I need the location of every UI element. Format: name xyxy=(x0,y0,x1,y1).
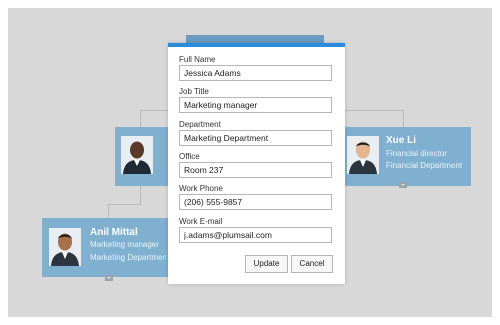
employee-name: Xue Li xyxy=(386,135,417,146)
connector-line xyxy=(140,110,141,127)
employee-title: Financial director xyxy=(386,149,447,158)
office-label: Office xyxy=(179,152,200,161)
person-photo-icon xyxy=(49,228,81,266)
full-name-field[interactable] xyxy=(179,65,332,81)
person-photo-icon xyxy=(121,136,153,174)
connector-line xyxy=(108,204,109,218)
edit-employee-dialog: Full Name Job Title Department Office Wo… xyxy=(168,43,345,284)
office-field[interactable] xyxy=(179,162,332,178)
job-title-label: Job Title xyxy=(179,87,209,96)
employee-card[interactable] xyxy=(115,127,170,186)
person-photo-icon xyxy=(347,136,379,174)
full-name-label: Full Name xyxy=(179,55,216,64)
connector-line xyxy=(403,110,404,127)
work-phone-field[interactable] xyxy=(179,194,332,210)
employee-name: Anil Mittal xyxy=(90,227,138,238)
employee-card[interactable]: Anil Mittal Marketing manager Marketing … xyxy=(42,218,168,281)
employee-department: Marketing Department xyxy=(90,253,166,262)
work-email-label: Work E-mail xyxy=(179,217,223,226)
employee-department: Financial Department xyxy=(386,161,463,170)
department-field[interactable] xyxy=(179,130,332,146)
connector-line xyxy=(108,204,141,205)
expand-toggle-icon[interactable] xyxy=(105,275,113,281)
employee-title: Marketing manager xyxy=(90,240,159,249)
expand-toggle-icon[interactable] xyxy=(399,182,407,188)
work-email-field[interactable] xyxy=(179,227,332,243)
work-phone-label: Work Phone xyxy=(179,184,223,193)
job-title-field[interactable] xyxy=(179,97,332,113)
connector-line xyxy=(342,110,404,111)
connector-line xyxy=(140,110,170,111)
connector-line xyxy=(140,186,141,204)
dialog-accent-bar xyxy=(168,43,345,47)
department-label: Department xyxy=(179,120,221,129)
employee-card[interactable]: Xue Li Financial director Financial Depa… xyxy=(342,127,471,188)
update-button[interactable]: Update xyxy=(245,255,288,273)
cancel-button[interactable]: Cancel xyxy=(291,255,333,273)
